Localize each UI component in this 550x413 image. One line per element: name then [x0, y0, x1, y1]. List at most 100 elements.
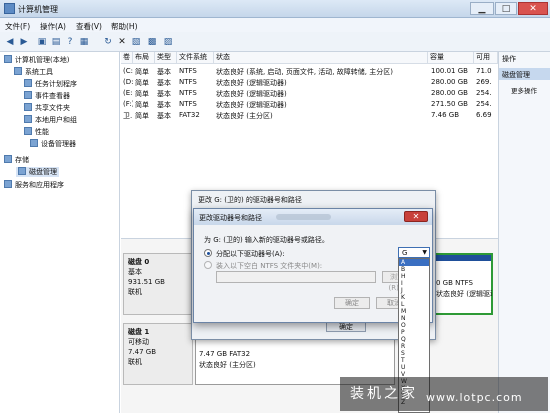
window-title: 计算机管理: [18, 5, 58, 14]
tools-icon: [14, 67, 22, 75]
mount-folder-label: 装入以下空白 NTFS 文件夹中(M):: [216, 262, 323, 270]
computer-icon: [4, 55, 12, 63]
volume-list: 卷 布局 类型 文件系统 状态 容量 可用 (C:) 简单 基本 NTFS 状态…: [121, 52, 498, 122]
tree-item-event-viewer[interactable]: 事件查看器: [24, 91, 70, 101]
up-folder-icon[interactable]: ▣: [36, 36, 48, 48]
menu-action[interactable]: 操作(A): [40, 21, 66, 32]
list-item[interactable]: I: [399, 280, 429, 287]
properties-icon[interactable]: ▦: [78, 36, 90, 48]
table-row[interactable]: (D:) 简单 基本 NTFS 状态良好 (逻辑驱动器) 280.00 GB 2…: [121, 77, 498, 88]
help-icon[interactable]: ?: [64, 36, 76, 48]
disk-icon[interactable]: ▩: [146, 36, 158, 48]
actions-disk-management[interactable]: 磁盘管理: [499, 68, 550, 80]
tree-item-disk-management[interactable]: 磁盘管理: [16, 167, 59, 177]
delete-icon[interactable]: ✕: [116, 36, 128, 48]
list-item[interactable]: L: [399, 301, 429, 308]
assign-letter-label: 分配以下驱动器号(A):: [216, 250, 285, 258]
forward-icon[interactable]: ▶: [18, 36, 30, 48]
refresh-icon[interactable]: ↻: [102, 36, 114, 48]
disk-1-partition-status: 状态良好 (主分区): [199, 361, 256, 369]
clock-icon: [24, 79, 32, 87]
table-row[interactable]: (C:) 简单 基本 NTFS 状态良好 (系统, 启动, 页面文件, 活动, …: [121, 66, 498, 77]
list-item[interactable]: S: [399, 350, 429, 357]
close-button[interactable]: ✕: [518, 2, 548, 15]
watermark-url: www.lotpc.com: [426, 391, 523, 404]
tree-item-task-scheduler[interactable]: 任务计划程序: [24, 79, 77, 89]
users-icon: [24, 115, 32, 123]
event-icon: [24, 91, 32, 99]
watermark: 装机之家 www.lotpc.com: [340, 377, 548, 411]
more-actions-link[interactable]: 更多操作: [511, 85, 537, 95]
list-item[interactable]: O: [399, 322, 429, 329]
ok-button[interactable]: 确定: [334, 297, 370, 309]
open-icon[interactable]: ▧: [130, 36, 142, 48]
title-bar: 计算机管理 ▁ □ ✕: [0, 0, 550, 18]
maximize-button[interactable]: □: [495, 2, 517, 15]
services-icon: [4, 180, 12, 188]
tree-item-system-tools[interactable]: 系统工具: [14, 67, 53, 77]
col-header-type[interactable]: 类型: [155, 52, 177, 64]
col-header-free[interactable]: 可用: [474, 52, 498, 64]
table-row[interactable]: (E:) 简单 基本 NTFS 状态良好 (逻辑驱动器) 280.00 GB 2…: [121, 88, 498, 99]
drive-letter-select[interactable]: G ▼: [398, 247, 430, 258]
list-item[interactable]: Q: [399, 336, 429, 343]
tree-item-services-apps[interactable]: 服务和应用程序: [4, 180, 64, 190]
list-item[interactable]: M: [399, 308, 429, 315]
settings-icon[interactable]: ▨: [162, 36, 174, 48]
disk-0-partition[interactable]: 0 GB NTFS 状态良好 (逻辑驱动器): [431, 253, 493, 315]
disk-1-info[interactable]: 磁盘 1 可移动 7.47 GB 联机: [123, 323, 193, 385]
folder-icon: [24, 103, 32, 111]
dialog-prompt: 为 G: (卫的) 输入新的驱动器号或路径。: [204, 236, 329, 244]
col-header-filesystem[interactable]: 文件系统: [177, 52, 214, 64]
disk-0-type: 基本: [128, 268, 142, 276]
dialog-title-bar: 更改驱动器号和路径 ✕: [194, 209, 432, 225]
disk-management-icon: [18, 167, 26, 175]
menu-bar: 文件(F) 操作(A) 查看(V) 帮助(H): [0, 18, 550, 32]
blurred-region: [276, 214, 331, 220]
tree-item-storage[interactable]: 存储: [4, 155, 29, 165]
list-item[interactable]: T: [399, 357, 429, 364]
tree-item-performance[interactable]: 性能: [24, 127, 49, 137]
menu-view[interactable]: 查看(V): [76, 21, 102, 32]
tree-item-local-users[interactable]: 本地用户和组: [24, 115, 77, 125]
chevron-down-icon: ▼: [422, 249, 427, 256]
col-header-volume[interactable]: 卷: [121, 52, 133, 64]
list-item[interactable]: H: [399, 273, 429, 280]
menu-help[interactable]: 帮助(H): [111, 21, 138, 32]
performance-icon: [24, 127, 32, 135]
disk-0-info[interactable]: 磁盘 0 基本 931.51 GB 联机: [123, 253, 193, 315]
table-row[interactable]: (F:) 简单 基本 NTFS 状态良好 (逻辑驱动器) 271.50 GB 2…: [121, 99, 498, 110]
change-drive-letter-dialog: 更改驱动器号和路径 ✕ 为 G: (卫的) 输入新的驱动器号或路径。 分配以下驱…: [193, 208, 433, 323]
disk-0-status: 联机: [128, 288, 142, 296]
menu-file[interactable]: 文件(F): [5, 21, 30, 32]
dialog-close-button[interactable]: ✕: [404, 211, 428, 222]
tree-item-device-manager[interactable]: 设备管理器: [30, 139, 76, 149]
list-item[interactable]: P: [399, 329, 429, 336]
folder-path-input[interactable]: [216, 271, 376, 283]
outer-dialog-title: 更改 G: (卫的) 的驱动器号和路径: [198, 196, 302, 204]
table-row[interactable]: 卫... 简单 基本 FAT32 状态良好 (主分区) 7.46 GB 6.69: [121, 110, 498, 121]
col-header-status[interactable]: 状态: [214, 52, 428, 64]
col-header-capacity[interactable]: 容量: [428, 52, 474, 64]
device-icon: [30, 139, 38, 147]
tree-item-computer-management[interactable]: 计算机管理(本地): [4, 55, 69, 65]
col-header-layout[interactable]: 布局: [133, 52, 155, 64]
list-item[interactable]: R: [399, 343, 429, 350]
assign-letter-radio[interactable]: [204, 249, 212, 257]
list-item[interactable]: U: [399, 364, 429, 371]
tree-item-shared-folders[interactable]: 共享文件夹: [24, 103, 70, 113]
console-tree-icon[interactable]: ▤: [50, 36, 62, 48]
actions-pane: 操作 磁盘管理 更多操作: [498, 52, 550, 413]
navigation-tree: 计算机管理(本地) 系统工具 任务计划程序 事件查看器 共享文件夹 本地用户和组…: [0, 52, 120, 413]
back-icon[interactable]: ◀: [4, 36, 16, 48]
minimize-button[interactable]: ▁: [470, 2, 494, 15]
toolbar: ◀ ▶ ▣ ▤ ? ▦ ↻ ✕ ▧ ▩ ▨: [0, 32, 550, 52]
disk-1-status: 联机: [128, 358, 142, 366]
mount-folder-radio[interactable]: [204, 261, 212, 269]
list-item[interactable]: A: [399, 259, 429, 266]
list-item[interactable]: J: [399, 287, 429, 294]
list-item[interactable]: B: [399, 266, 429, 273]
list-item[interactable]: N: [399, 315, 429, 322]
list-item[interactable]: K: [399, 294, 429, 301]
storage-icon: [4, 155, 12, 163]
